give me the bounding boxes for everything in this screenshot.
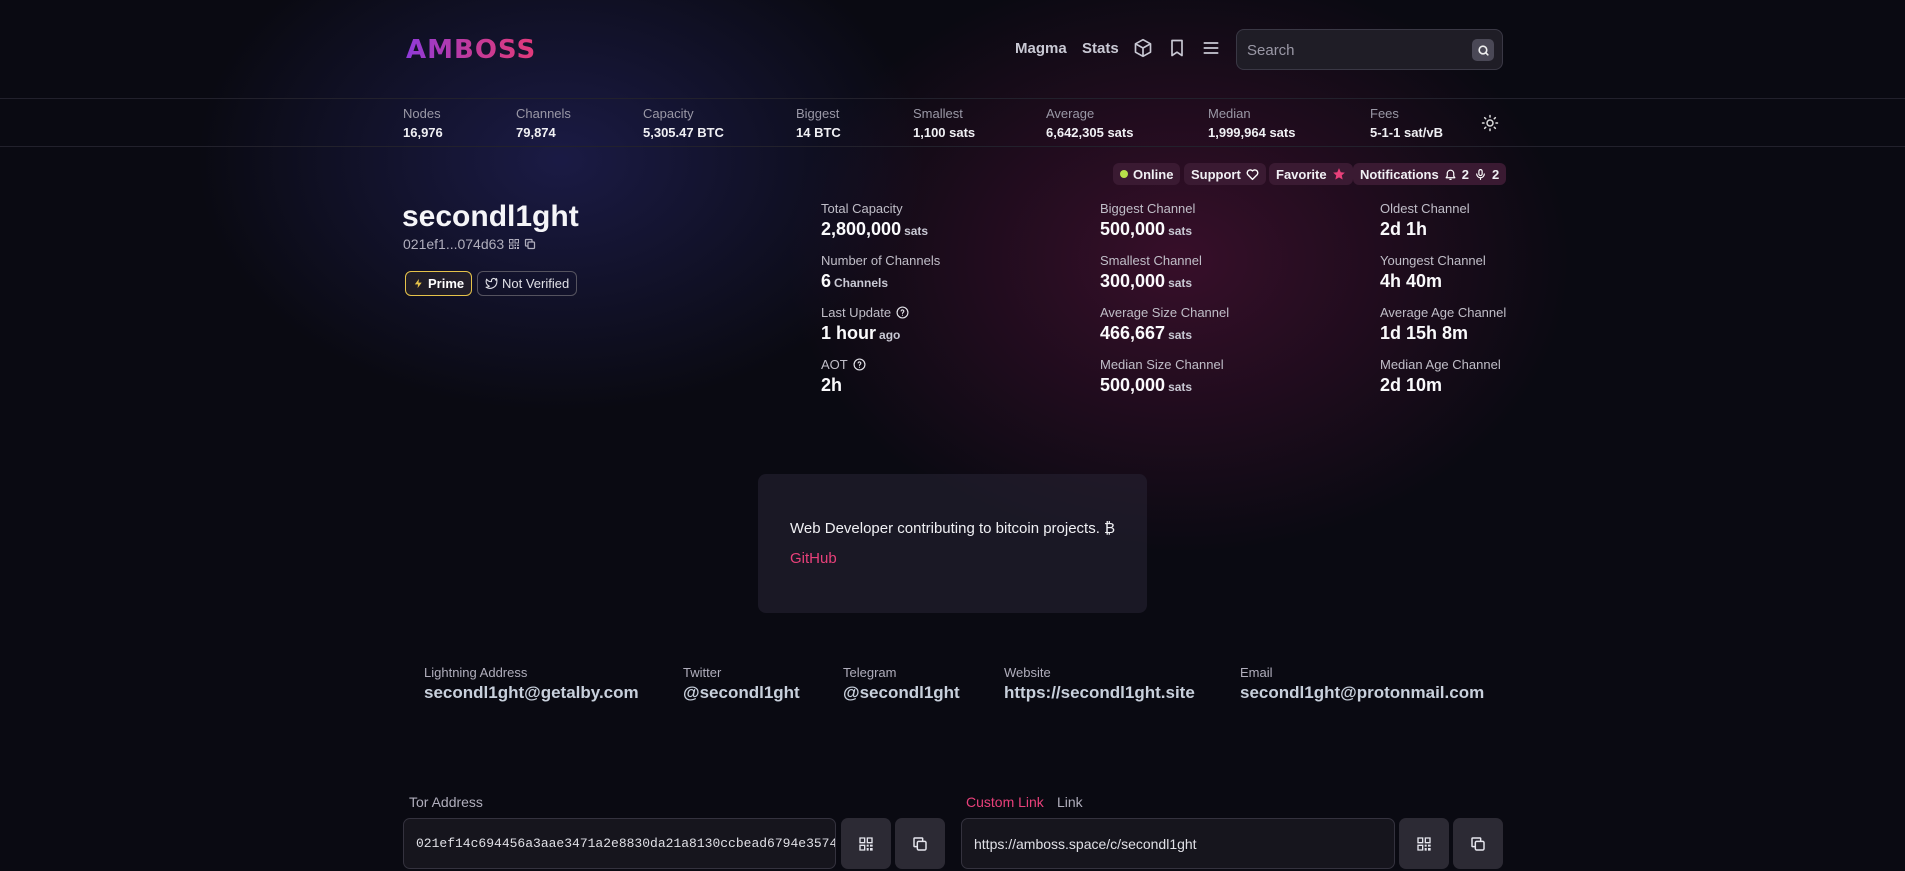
- stat-median: Median 1,999,964 sats: [1208, 106, 1296, 140]
- verification-badge[interactable]: Not Verified: [477, 271, 578, 296]
- bell-icon: [1445, 169, 1456, 180]
- contact-telegram[interactable]: Telegram @secondl1ght: [843, 665, 960, 703]
- metric-number-channels: Number of Channels 6 Channels: [821, 253, 941, 291]
- custom-link-field[interactable]: https://amboss.space/c/secondl1ght: [961, 818, 1395, 869]
- support-button[interactable]: Support: [1184, 163, 1266, 185]
- metric-smallest-channel: Smallest Channel 300,000 sats: [1100, 253, 1202, 291]
- about-card: Web Developer contributing to bitcoin pr…: [758, 474, 1147, 613]
- bell-count: 2: [1461, 166, 1469, 182]
- metric-average-size-channel: Average Size Channel 466,667 sats: [1100, 305, 1230, 343]
- link-copy-button[interactable]: [1453, 818, 1503, 869]
- metric-median-size-channel: Median Size Channel 500,000 sats: [1100, 357, 1224, 395]
- metric-biggest-channel: Biggest Channel 500,000 sats: [1100, 201, 1196, 239]
- stat-channels: Channels 79,874: [516, 106, 571, 140]
- favorite-button[interactable]: Favorite: [1269, 163, 1353, 185]
- amboss-logo[interactable]: AMBOSS: [406, 37, 536, 63]
- nav-stats[interactable]: Stats: [1082, 40, 1119, 57]
- microphone-icon: [1476, 168, 1485, 180]
- copy-icon: [1471, 836, 1485, 851]
- cube-icon[interactable]: [1133, 38, 1153, 58]
- stat-fees: Fees 5-1-1 sat/vB: [1370, 106, 1443, 140]
- metric-aot: AOT 2h: [821, 357, 866, 396]
- pubkey-text: 021ef1...074d63: [403, 236, 505, 252]
- help-icon[interactable]: [853, 358, 866, 371]
- metric-median-age-channel: Median Age Channel 2d 10m: [1380, 357, 1501, 395]
- node-alias: secondl1ght: [402, 200, 579, 233]
- tor-address-field[interactable]: 021ef14c694456a3aae3471a2e8830da21a8130c…: [403, 818, 836, 869]
- twitter-bird-icon: [485, 278, 498, 289]
- search-icon: [1477, 44, 1489, 56]
- stat-capacity: Capacity 5,305.47 BTC: [643, 106, 724, 140]
- contact-website[interactable]: Website https://secondl1ght.site: [1004, 665, 1195, 703]
- mic-count: 2: [1491, 166, 1500, 182]
- qr-icon[interactable]: [508, 238, 520, 250]
- star-icon: [1332, 168, 1345, 180]
- metric-total-capacity: Total Capacity 2,800,000 sats: [821, 201, 929, 239]
- metric-youngest-channel: Youngest Channel 4h 40m: [1380, 253, 1486, 291]
- search-box: [1236, 29, 1503, 70]
- header-divider: [0, 98, 1905, 99]
- tor-address-label: Tor Address: [409, 794, 483, 810]
- github-link[interactable]: GitHub: [790, 550, 837, 567]
- notifications-button[interactable]: Notifications 2 2: [1353, 163, 1507, 185]
- help-icon[interactable]: [896, 306, 909, 319]
- tab-custom-link[interactable]: Custom Link: [966, 794, 1044, 810]
- sun-icon[interactable]: [1481, 114, 1499, 132]
- stat-biggest: Biggest 14 BTC: [796, 106, 841, 140]
- tor-copy-button[interactable]: [895, 818, 945, 869]
- heart-icon: [1246, 168, 1259, 180]
- stat-smallest: Smallest 1,100 sats: [913, 106, 976, 140]
- stat-nodes: Nodes 16,976: [403, 106, 443, 140]
- contact-lightning-address[interactable]: Lightning Address secondl1ght@getalby.com: [424, 665, 639, 703]
- online-badge: Online: [1113, 163, 1181, 185]
- search-button[interactable]: [1472, 39, 1494, 61]
- qr-icon: [859, 836, 873, 851]
- nav-magma[interactable]: Magma: [1015, 40, 1067, 57]
- bookmark-icon[interactable]: [1167, 38, 1187, 58]
- contact-twitter[interactable]: Twitter @secondl1ght: [683, 665, 800, 703]
- metric-last-update: Last Update 1 hour ago: [821, 305, 909, 344]
- qr-icon: [1417, 836, 1431, 851]
- link-qr-button[interactable]: [1399, 818, 1449, 869]
- contact-email[interactable]: Email secondl1ght@protonmail.com: [1240, 665, 1484, 703]
- prime-badge[interactable]: Prime: [405, 271, 473, 296]
- node-pubkey: 021ef1...074d63: [403, 236, 536, 252]
- metric-average-age-channel: Average Age Channel 1d 15h 8m: [1380, 305, 1507, 343]
- status-dot: [1120, 170, 1128, 178]
- menu-icon[interactable]: [1201, 38, 1221, 58]
- tor-qr-button[interactable]: [841, 818, 891, 869]
- metric-oldest-channel: Oldest Channel 2d 1h: [1380, 201, 1470, 239]
- lightning-icon: [414, 278, 422, 289]
- stat-average: Average 6,642,305 sats: [1046, 106, 1134, 140]
- tab-link[interactable]: Link: [1057, 794, 1083, 810]
- copy-icon[interactable]: [524, 238, 536, 250]
- copy-icon: [913, 836, 927, 851]
- search-input[interactable]: [1247, 40, 1457, 60]
- stats-divider: [0, 146, 1905, 147]
- about-text: Web Developer contributing to bitcoin pr…: [790, 520, 1116, 537]
